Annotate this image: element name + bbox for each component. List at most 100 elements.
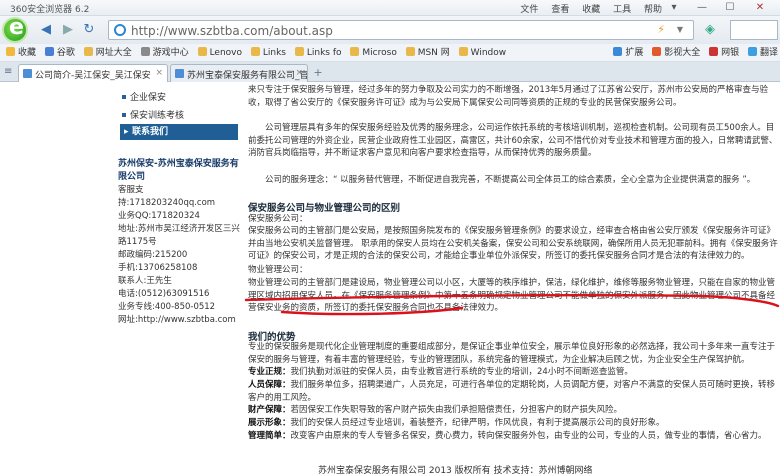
browser-menu-bar: 文件 查看 收藏 工具 帮助 (510, 2, 662, 15)
bookmark-links[interactable]: Links (250, 44, 286, 61)
bookmark-microsoft[interactable]: Microso (350, 44, 397, 61)
search-input[interactable] (730, 20, 778, 40)
bookmarks-bar: 收藏 谷歌 网址大全 游戏中心 Lenovo Links Links fo Mi… (0, 44, 780, 62)
bookmarks-right-tools: 扩展 影视大全 网银 翻译 (607, 44, 778, 61)
property-company-paragraph: 物业管理公司的主管部门是建设局，物业管理公司以小区，大厦等的秩序维护，保洁，绿化… (248, 278, 776, 313)
skin-menu-button[interactable]: ▾ (662, 0, 686, 16)
bookmark-google[interactable]: 谷歌 (44, 44, 75, 61)
extensions-button[interactable]: 扩展 (613, 44, 643, 61)
bookmark-links-for[interactable]: Links fo (294, 44, 342, 61)
page-favicon-icon (175, 69, 184, 78)
service-philosophy-paragraph: 公司的服务理念：“ 以服务替代管理，不断促进自我完善，不断提高公司全体员工的综合… (265, 175, 756, 185)
menu-help[interactable]: 帮助 (644, 5, 662, 15)
tab-official-site[interactable]: 苏州宝泰保安服务有限公司_官 × (170, 64, 308, 82)
contact-phone: 电话:(0512)63091516 (118, 289, 210, 299)
folder-icon (294, 47, 304, 56)
folder-icon (250, 47, 260, 56)
close-tab-icon[interactable]: × (155, 68, 163, 78)
folder-icon (350, 47, 360, 56)
sidebar-link-enterprise-security[interactable]: 企业保安 (122, 90, 166, 103)
folder-icon (405, 47, 415, 56)
folder-icon (458, 47, 468, 56)
shield-icon: ◈ (705, 22, 715, 37)
back-button[interactable]: ◀ (36, 21, 56, 39)
security-shield-button[interactable]: ◈ (700, 21, 720, 39)
tab-company-profile[interactable]: 公司简介-吴江保安_吴江保安 × (18, 64, 168, 82)
security-company-paragraph: 保安服务公司的主管部门是公安局，是按照国务院发布的《保安服务管理条例》的要求设立… (248, 226, 778, 261)
property-company-label: 物业管理公司： (248, 265, 308, 275)
bookmark-windows[interactable]: Window (458, 44, 506, 61)
bookmark-lenovo[interactable]: Lenovo (197, 44, 242, 61)
browser-title-bar: 360安全浏览器 6.2 文件 查看 收藏 工具 帮助 ▾ — ☐ ✕ (0, 0, 780, 16)
refresh-icon: ↻ (83, 22, 95, 37)
tab-list-icon[interactable]: ≡ (4, 66, 12, 77)
folder-icon (197, 47, 207, 56)
grid-icon (613, 47, 623, 56)
page-favicon-icon (23, 69, 32, 78)
navigation-bar: ◀ ▶ ↻ http://www.szbtba.com/about.asp ⚡ … (0, 15, 780, 44)
folder-icon (83, 47, 93, 56)
bookmark-favorites[interactable]: 收藏 (6, 44, 36, 61)
contact-website[interactable]: 网址:http://www.szbtba.com (118, 314, 240, 327)
online-banking-button[interactable]: 网银 (709, 44, 739, 61)
sidebar-link-training[interactable]: 保安训练考核 (122, 108, 184, 121)
management-paragraph: 公司管理层具有多年的保安服务经验及优秀的服务理念，公司运作依托系统的考核培训机制… (248, 123, 778, 158)
contact-email: 客服支持:1718203240qq.com (118, 185, 216, 208)
contact-hotline: 业务专线:400-850-0512 (118, 302, 216, 312)
page-footer: 苏州宝泰保安服务有限公司 2013 版权所有 技术支持：苏州博朝网络 (318, 466, 593, 474)
gamepad-icon (140, 47, 150, 56)
maximize-button[interactable]: ☐ (718, 0, 742, 16)
contact-person: 联系人:王先生 (118, 276, 172, 286)
forward-button[interactable]: ▶ (58, 21, 78, 39)
web-page: 企业保安 保安训练考核 联系我们 苏州保安-苏州宝泰保安服务有限公司 客服支持:… (0, 82, 780, 474)
sidebar: 企业保安 保安训练考核 联系我们 苏州保安-苏州宝泰保安服务有限公司 客服支持:… (112, 82, 244, 474)
address-bar[interactable]: http://www.szbtba.com/about.asp ⚡ ▼ (108, 20, 694, 40)
star-icon (6, 47, 15, 56)
refresh-button[interactable]: ↻ (79, 21, 99, 39)
contact-mobile: 手机:13706258108 (118, 263, 198, 273)
google-icon (44, 47, 54, 56)
browser-title: 360安全浏览器 6.2 (10, 5, 90, 15)
new-tab-button[interactable]: + (310, 66, 326, 80)
bookmark-game-center[interactable]: 游戏中心 (140, 44, 189, 61)
close-window-button[interactable]: ✕ (748, 0, 772, 16)
back-arrow-icon: ◀ (41, 22, 51, 37)
advantage-item: 人员保障：我们服务单位多，招聘渠道广，人员充足，可进行各单位的定期轮岗，人员调配… (248, 380, 776, 403)
translate-button[interactable]: 翻译 (747, 44, 778, 61)
close-tab-icon[interactable]: × (295, 68, 303, 78)
menu-tools[interactable]: 工具 (613, 5, 631, 15)
contact-info: 苏州保安-苏州宝泰保安服务有限公司 客服支持:1718203240qq.com … (118, 158, 240, 327)
contact-postcode: 邮政编码:215200 (118, 250, 188, 260)
advantage-item: 财产保障：若因保安工作失职导致的客户财产损失由我们承担赔偿责任，分担客户的财产损… (248, 405, 623, 415)
advantages-intro: 专业的保安服务是现代化企业管理制度的重要组成部分，是保证企事业单位安全，展示单位… (248, 342, 776, 365)
lightning-icon[interactable]: ⚡ (657, 23, 665, 36)
video-button[interactable]: 影视大全 (652, 44, 700, 61)
main-content: 来只专注于保安服务与管理，经过多年的努力争取及公司实力的不断增强，2013年5月… (248, 82, 780, 474)
bookmark-msn[interactable]: MSN 网 (405, 44, 450, 61)
contact-us-header[interactable]: 联系我们 (120, 124, 238, 140)
advantage-item: 管理简单：改变客户由原来的专人专管多名保安，费心费力，转向保安服务外包，由专业的… (248, 431, 767, 441)
menu-view[interactable]: 查看 (551, 5, 569, 15)
forward-arrow-icon: ▶ (63, 22, 73, 37)
company-name: 苏州保安-苏州宝泰保安服务有限公司 (118, 159, 239, 182)
address-url[interactable]: http://www.szbtba.com/about.asp (131, 24, 333, 38)
browser-logo-icon[interactable] (2, 15, 28, 43)
contact-qq: 业务QQ:171820324 (118, 211, 200, 221)
translate-icon (747, 47, 757, 56)
tab-bar: ≡ 公司简介-吴江保安_吴江保安 × 苏州宝泰保安服务有限公司_官 × + (0, 62, 780, 82)
page-left-margin (0, 82, 110, 474)
difference-heading: 保安服务公司与物业管理公司的区别 (248, 203, 401, 214)
minimize-button[interactable]: — (690, 0, 714, 16)
security-company-label: 保安服务公司： (248, 214, 308, 224)
bank-icon (709, 47, 719, 56)
page-icon (114, 24, 126, 36)
contact-address: 地址:苏州市吴江经济开发区三兴路1175号 (118, 224, 240, 247)
tv-icon (652, 47, 662, 56)
address-dropdown-icon[interactable]: ▼ (677, 25, 683, 34)
bookmark-site-directory[interactable]: 网址大全 (83, 44, 132, 61)
menu-file[interactable]: 文件 (520, 5, 538, 15)
advantage-item: 展示形象：我们的安保人员经过专业培训，着装整齐，纪律严明，作风优良，有利于提高展… (248, 418, 665, 428)
intro-paragraph: 来只专注于保安服务与管理，经过多年的努力争取及公司实力的不断增强，2013年5月… (248, 85, 769, 108)
menu-favorites[interactable]: 收藏 (582, 5, 600, 15)
advantage-item: 专业正规：我们执勤对派驻的安保人员，由专业教官进行系统的专业的培训，24小时不间… (248, 367, 633, 377)
